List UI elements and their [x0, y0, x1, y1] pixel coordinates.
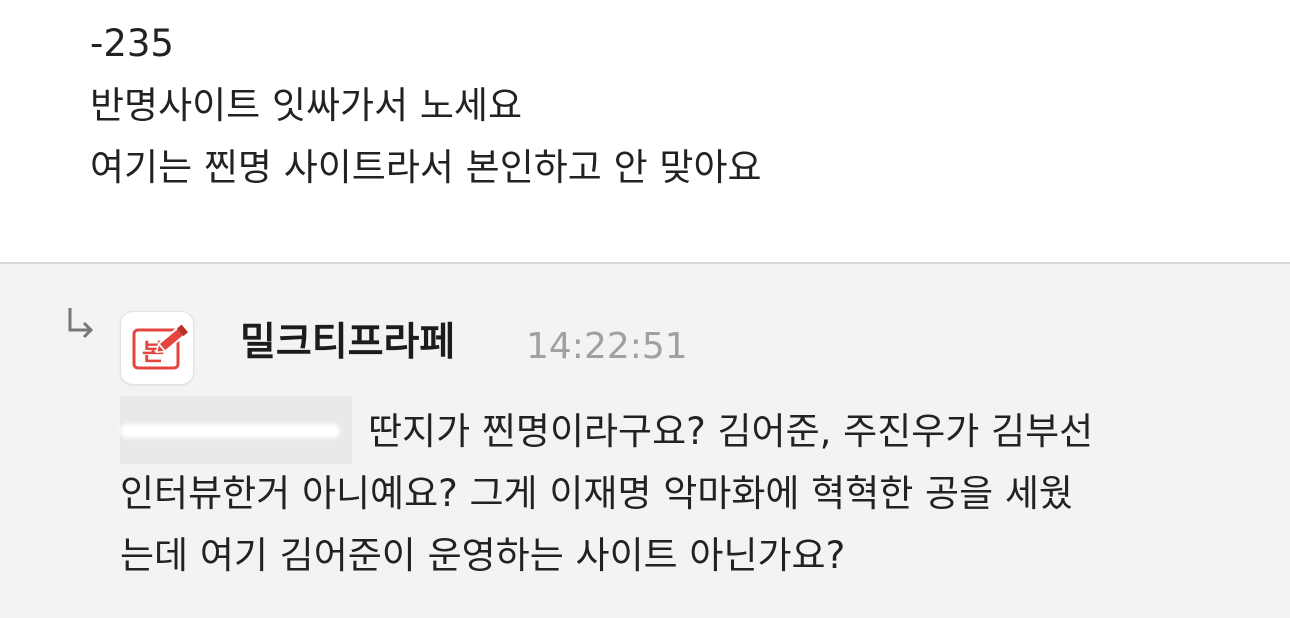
redacted-mention	[120, 396, 352, 464]
parent-comment-line: 여기는 찐명 사이트라서 본인하고 안 맞아요	[90, 146, 762, 189]
reply-body-line: 인터뷰한거 아니예요? 그게 이재명 악마화에 혁혁한 공을 세웠	[120, 472, 1073, 515]
comment-time: 14:22:51	[526, 326, 688, 367]
reply-comment: 본 밀크티프라페 14:22:51 딴지가 찐명이라구요? 김어준, 주진우가 …	[0, 264, 1290, 618]
parent-comment-line: 반명사이트 잇싸가서 노세요	[90, 84, 523, 127]
author-name[interactable]: 밀크티프라페	[240, 320, 455, 366]
reply-arrow-icon	[68, 308, 94, 339]
parent-comment-line: -235	[90, 22, 174, 65]
edit-document-icon: 본	[132, 324, 189, 370]
avatar[interactable]: 본	[121, 312, 193, 384]
parent-comment: -235 반명사이트 잇싸가서 노세요 여기는 찐명 사이트라서 본인하고 안 …	[0, 0, 1290, 262]
reply-body-line: 는데 여기 김어준이 운영하는 사이트 아닌가요?	[120, 534, 846, 577]
reply-body-line: 딴지가 찐명이라구요? 김어준, 주진우가 김부선	[368, 410, 1094, 453]
